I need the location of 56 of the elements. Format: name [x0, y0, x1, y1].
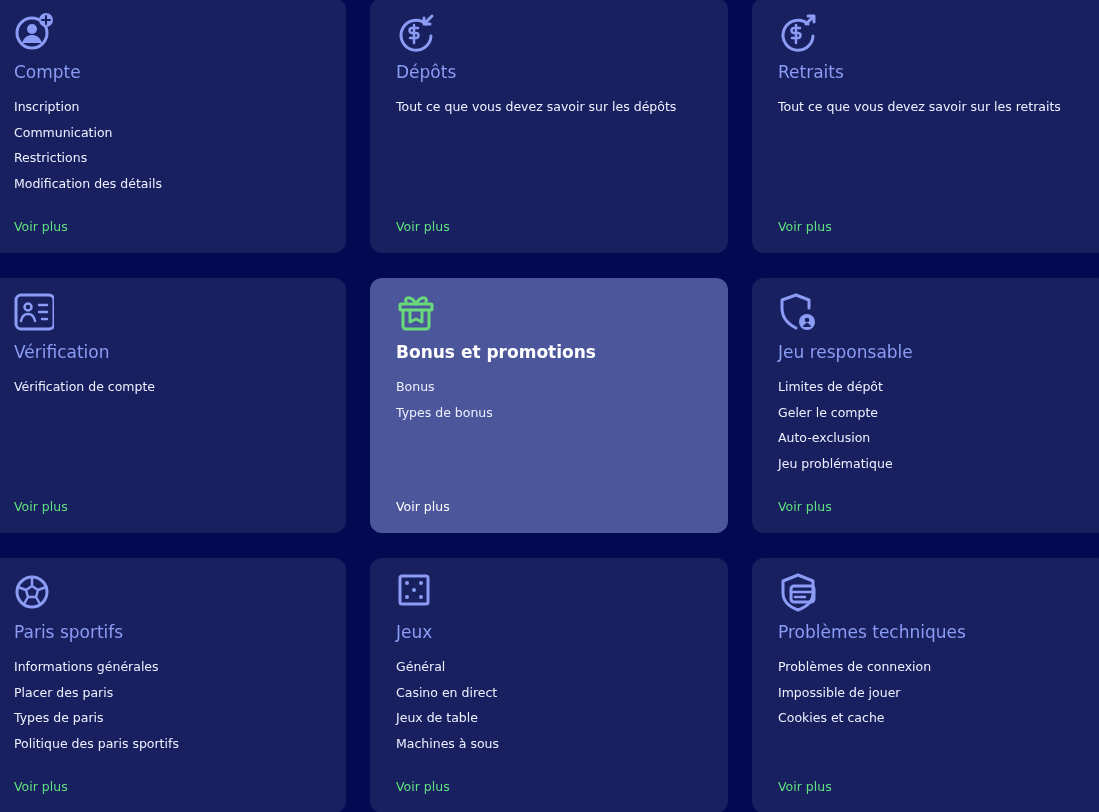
see-more-link[interactable]: Voir plus [396, 778, 450, 796]
category-card[interactable]: Compte Inscription Communication Restrictions Modification des détails Voir plus [0, 0, 346, 253]
topic-link[interactable]: Types de paris [14, 705, 104, 731]
dollar-arrow-icon [778, 12, 818, 52]
topic-link[interactable]: Auto-exclusion [778, 425, 871, 451]
category-card[interactable]: Jeu responsable Limites de dépôt Geler le compte Auto-exclusion Jeu problématique Voir plus [752, 278, 1099, 533]
topic-link[interactable]: Communication [14, 119, 113, 146]
topic-link[interactable]: Geler le compte [778, 399, 878, 426]
see-more-link[interactable]: Voir plus [778, 218, 832, 236]
category-card[interactable]: Paris sportifs Informations générales Placer des paris Types de paris Politique des paris sportifs Voir plus [0, 558, 346, 812]
topic-link[interactable]: Tout ce que vous devez savoir sur les retraits [778, 94, 1061, 120]
category-card[interactable]: Vérification Vérification de compte Voir plus [0, 278, 346, 533]
topic-link[interactable]: Jeu problématique [778, 450, 893, 477]
user-plus-icon [14, 12, 54, 52]
topic-link[interactable]: Casino en direct [396, 679, 498, 706]
topic-link[interactable]: Restrictions [14, 145, 88, 171]
topic-link[interactable]: Général [396, 654, 446, 680]
see-more-link[interactable]: Voir plus [14, 218, 68, 236]
topic-link[interactable]: Bonus [396, 374, 435, 400]
dollar-arrow-icon [396, 12, 436, 52]
topic-link[interactable]: Jeux de table [396, 705, 478, 731]
topic-link[interactable]: Cookies et cache [778, 705, 885, 731]
category-card[interactable]: Retraits Tout ce que vous devez savoir sur les retraits Voir plus [752, 0, 1099, 253]
topic-link[interactable]: Limites de dépôt [778, 374, 883, 400]
see-more-link[interactable]: Voir plus [396, 218, 450, 236]
see-more-link[interactable]: Voir plus [14, 778, 68, 796]
shield-user-icon [778, 292, 818, 332]
category-card[interactable]: Problèmes techniques Problèmes de connexion Impossible de jouer Cookies et cache Voir plus [752, 558, 1099, 812]
topic-link[interactable]: Modification des détails [14, 170, 162, 197]
topic-link[interactable]: Problèmes de connexion [778, 654, 932, 680]
topic-link[interactable]: Placer des paris [14, 679, 114, 706]
topic-link[interactable]: Tout ce que vous devez savoir sur les dépôts [396, 94, 677, 120]
card-title: Compte [14, 61, 82, 84]
see-more-link[interactable]: Voir plus [778, 498, 832, 516]
card-title: Paris sportifs [14, 621, 125, 644]
category-card[interactable]: Dépôts Tout ce que vous devez savoir sur les dépôts Voir plus [370, 0, 728, 253]
see-more-link[interactable]: Voir plus [778, 778, 832, 796]
card-title: Jeux [396, 621, 434, 644]
card-title: Dépôts [396, 61, 458, 84]
topic-link[interactable]: Politique des paris sportifs [14, 730, 179, 757]
category-card[interactable]: Jeux Général Casino en direct Jeux de table Machines à sous Voir plus [370, 558, 728, 812]
category-card[interactable]: Bonus et promotions Bonus Types de bonus Voir plus [370, 278, 728, 533]
card-title: Bonus et promotions [396, 341, 597, 364]
topic-link[interactable]: Inscription [14, 94, 80, 120]
topic-link[interactable]: Vérification de compte [14, 374, 156, 400]
card-title: Problèmes techniques [778, 621, 967, 644]
topic-link[interactable]: Machines à sous [396, 730, 500, 757]
card-title: Jeu responsable [778, 341, 914, 364]
card-title: Retraits [778, 61, 845, 84]
card-title: Vérification [14, 341, 111, 364]
see-more-link[interactable]: Voir plus [14, 498, 68, 516]
topic-link[interactable]: Informations générales [14, 654, 159, 680]
topic-link[interactable]: Impossible de jouer [778, 679, 901, 706]
topic-link[interactable]: Types de bonus [396, 399, 493, 426]
see-more-link[interactable]: Voir plus [396, 498, 450, 516]
id-card-icon [14, 292, 54, 332]
